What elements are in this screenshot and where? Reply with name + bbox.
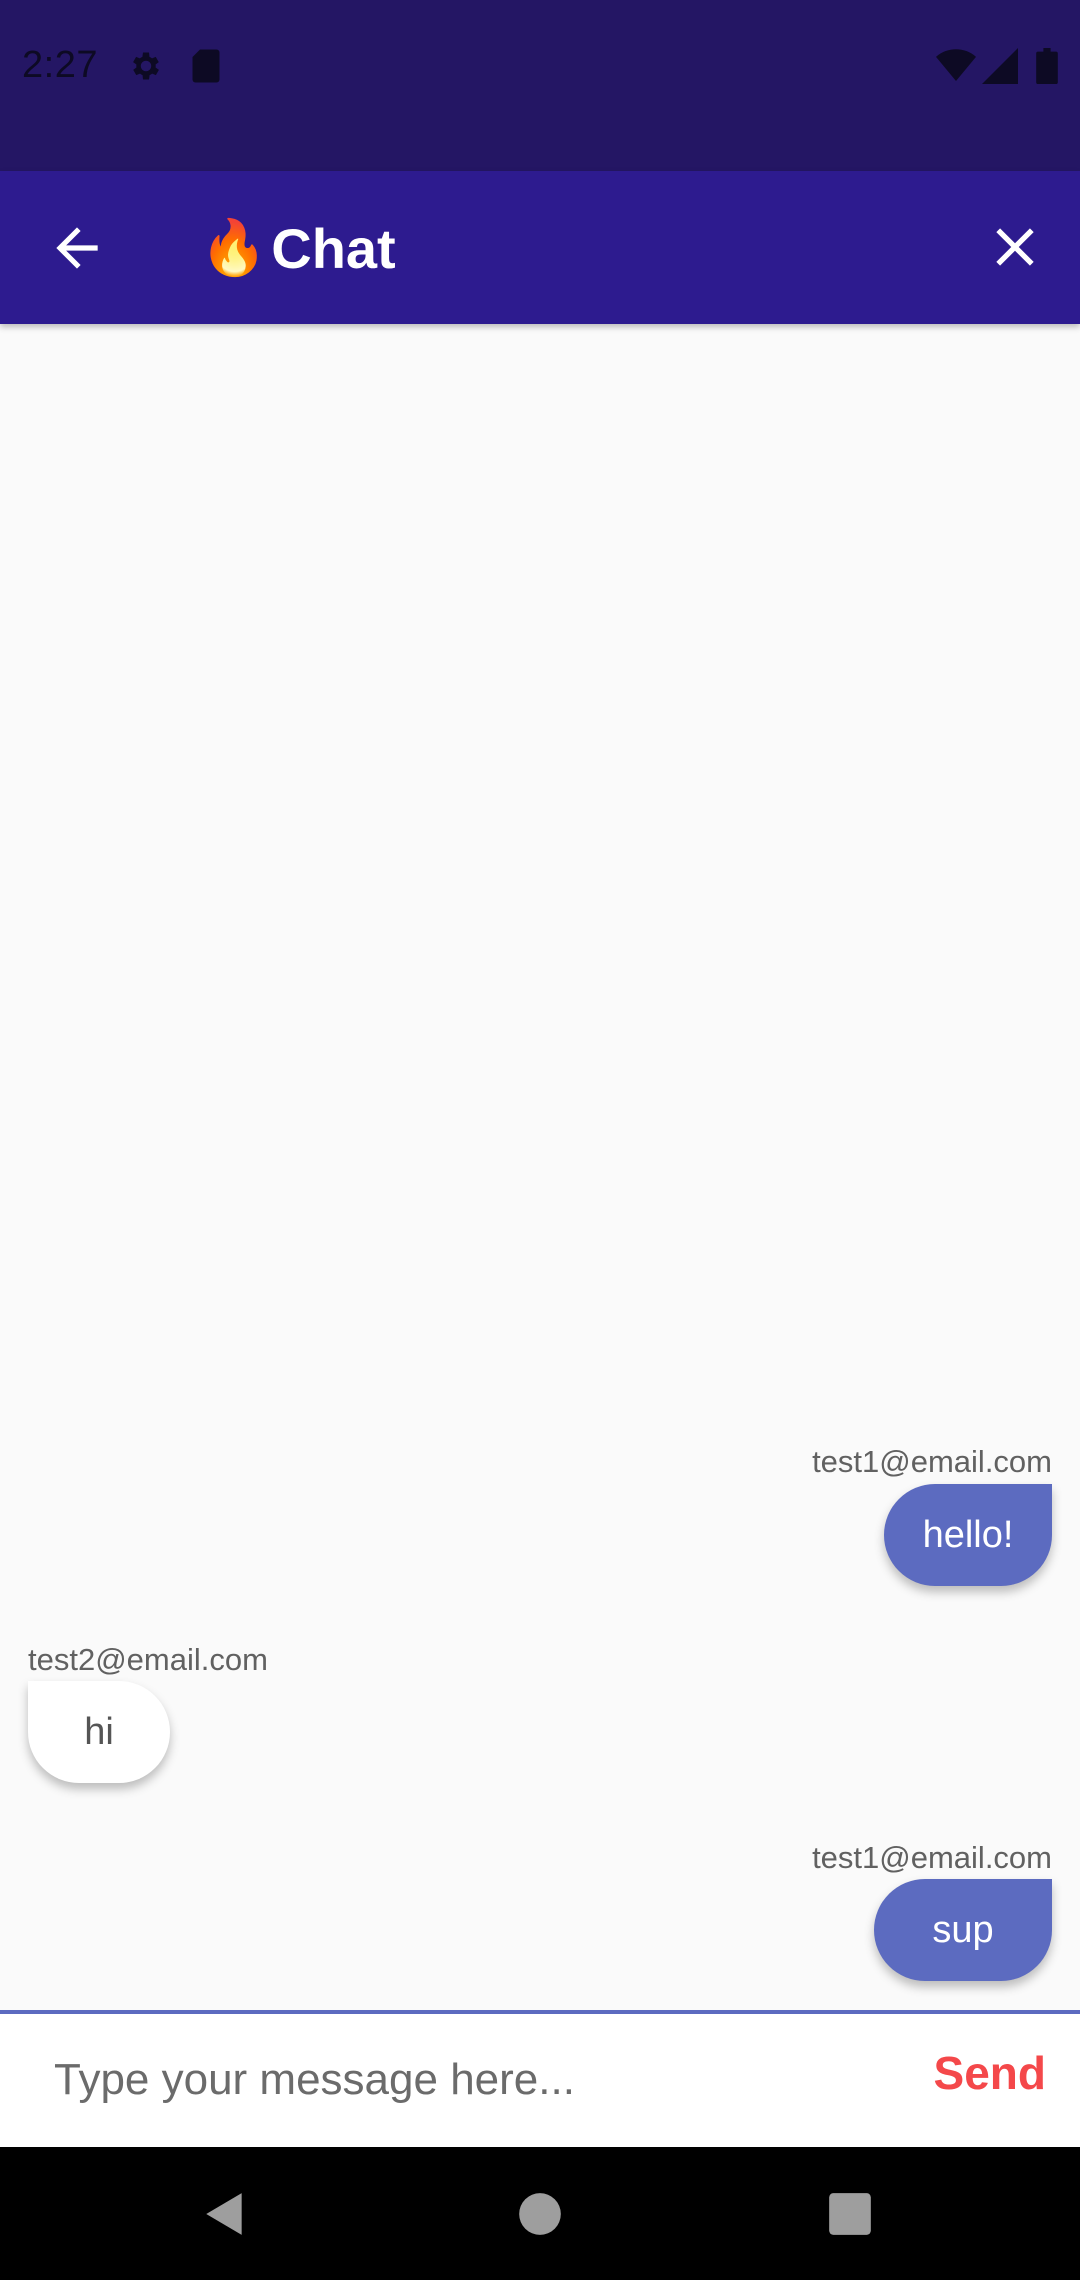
arrow-left-icon[interactable] [46, 217, 108, 279]
message-text: hello! [922, 1513, 1014, 1556]
settings-icon [133, 52, 159, 80]
close-icon[interactable] [983, 215, 1047, 279]
send-button[interactable]: Send [934, 2046, 1046, 2100]
fire-emoji-icon: 🔥 [200, 217, 268, 278]
app-bar: 🔥 Chat [0, 171, 1080, 324]
message-list[interactable]: test1@email.com hello! test2@email.com h… [0, 324, 1080, 2010]
message-composer: Send [0, 2010, 1080, 2147]
system-nav-bar [0, 2147, 1080, 2280]
message-sender: test1@email.com [812, 1840, 1052, 1875]
message-bubble-sent: sup [874, 1879, 1052, 1981]
signal-icon [982, 48, 1018, 84]
message-sender: test2@email.com [28, 1642, 268, 1677]
message-sender: test1@email.com [812, 1444, 1052, 1479]
message-text: hi [84, 1710, 114, 1753]
message-input[interactable] [54, 2040, 874, 2120]
message-bubble-received: hi [28, 1681, 170, 1783]
page-title: 🔥 Chat [200, 211, 396, 285]
status-time: 2:27 [22, 44, 98, 86]
home-circle-icon[interactable] [515, 2189, 565, 2239]
recents-square-icon[interactable] [825, 2189, 875, 2239]
sd-card-icon [192, 49, 220, 83]
status-bar: 2:27 [0, 0, 1080, 171]
message-bubble-sent: hello! [884, 1484, 1052, 1586]
title-text: Chat [271, 216, 396, 280]
message-text: sup [932, 1908, 994, 1951]
back-triangle-icon[interactable] [200, 2189, 250, 2239]
battery-icon [1036, 48, 1058, 84]
wifi-icon [936, 49, 976, 81]
